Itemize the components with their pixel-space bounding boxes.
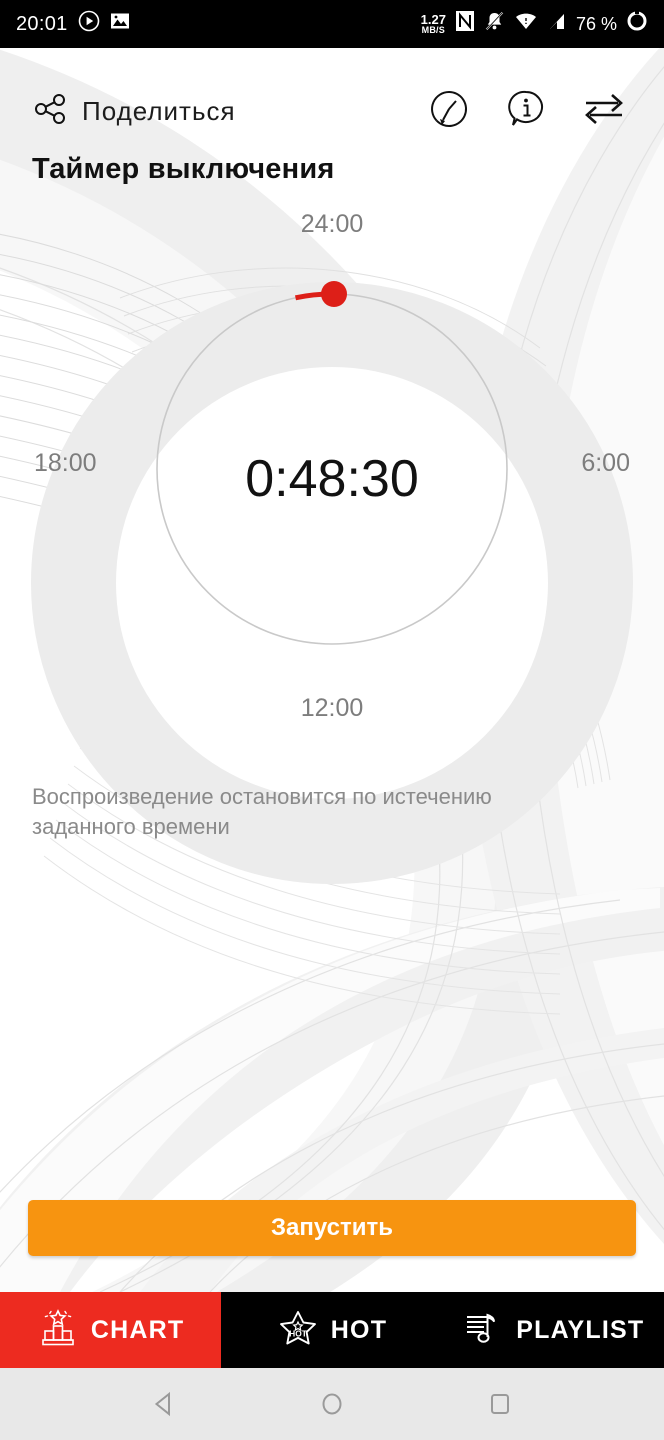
app-header: Поделиться — [0, 48, 664, 135]
back-triangle-icon[interactable] — [140, 1380, 188, 1428]
page-title: Таймер выключения — [32, 153, 335, 185]
svg-text:HOT: HOT — [289, 1328, 308, 1338]
share-button[interactable]: Поделиться — [34, 94, 236, 129]
hot-star-icon: HOT — [277, 1307, 319, 1354]
dial-label-right: 6:00 — [581, 449, 630, 477]
recents-square-icon[interactable] — [476, 1380, 524, 1428]
nfc-icon — [455, 10, 475, 38]
dial-label-left: 18:00 — [34, 449, 97, 477]
transfer-arrows-icon[interactable] — [582, 91, 626, 132]
dial-center-value: 0:48:30 — [245, 450, 419, 508]
home-circle-icon[interactable] — [308, 1380, 356, 1428]
tab-chart[interactable]: CHART — [0, 1292, 222, 1368]
status-bar-left: 20:01 — [16, 10, 130, 38]
podium-star-icon — [37, 1307, 79, 1354]
status-bar-right: 1.27 MB/S 76 % — [421, 9, 648, 39]
network-speed-unit: MB/S — [421, 25, 445, 35]
bottom-tab-bar: CHART HOT HOT PLAYLIST — [0, 1292, 664, 1368]
bell-muted-icon — [484, 10, 505, 38]
dial-label-bottom: 12:00 — [300, 694, 364, 722]
dial-knob — [321, 281, 347, 307]
dial-label-top: 24:00 — [300, 210, 364, 238]
android-nav-bar — [0, 1368, 664, 1440]
playlist-note-icon — [462, 1307, 504, 1354]
status-bar: 20:01 1.27 MB/S 76 % — [0, 0, 664, 48]
timer-hint-text: Воспроизведение остановится по истечению… — [32, 784, 492, 839]
cta-container: Запустить — [0, 1200, 664, 1256]
share-nodes-icon — [34, 94, 68, 129]
battery-percent: 76 % — [575, 13, 617, 34]
tab-playlist[interactable]: PLAYLIST — [442, 1292, 664, 1368]
header-actions — [428, 88, 634, 135]
sleep-timer-dial[interactable]: 0:48:30 24:00 6:00 12:00 18:00 — [0, 194, 664, 774]
start-timer-button[interactable]: Запустить — [28, 1200, 636, 1256]
sleep-timer-icon[interactable] — [428, 88, 470, 135]
tab-playlist-label: PLAYLIST — [516, 1315, 645, 1344]
tab-hot-label: HOT — [330, 1315, 388, 1344]
play-circle-icon — [78, 10, 100, 38]
cellular-signal-icon — [547, 12, 567, 37]
image-icon — [110, 12, 130, 36]
tab-hot[interactable]: HOT HOT — [221, 1292, 443, 1368]
info-bubble-icon[interactable] — [506, 88, 546, 135]
status-time: 20:01 — [16, 12, 68, 35]
app-screen: Поделиться Таймер выключения 0:48:30 24:… — [0, 48, 664, 1292]
share-label: Поделиться — [82, 96, 236, 126]
tab-chart-label: CHART — [90, 1315, 185, 1344]
battery-ring-icon — [626, 9, 648, 39]
wifi-icon — [514, 11, 538, 37]
network-speed: 1.27 MB/S — [421, 13, 446, 35]
